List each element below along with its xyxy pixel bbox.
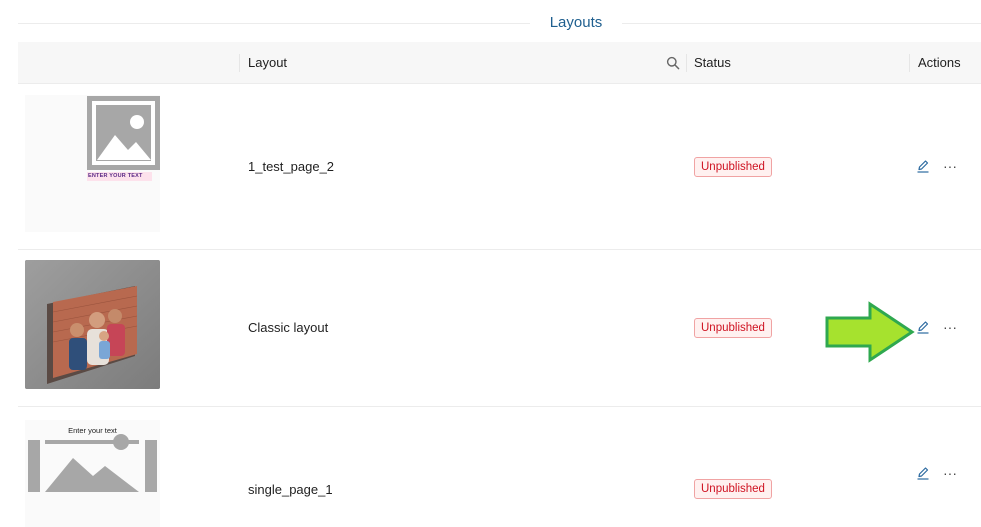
family-canvas-photo — [25, 260, 160, 389]
status-badge: Unpublished — [694, 318, 772, 338]
green-arrow-callout-icon — [825, 301, 915, 363]
ellipsis-icon[interactable]: ··· — [942, 159, 958, 176]
table-row: Enter your text single_page_1 Unpublishe… — [18, 407, 981, 527]
image-placeholder-banner — [28, 434, 157, 492]
header-divider-left — [18, 23, 530, 24]
layout-name: Classic layout — [248, 320, 329, 335]
column-header-layout[interactable]: Layout — [248, 42, 287, 84]
table-header: Layout Status Actions — [18, 42, 981, 84]
table-row: ENTER YOUR TEXT 1_test_page_2 Unpublishe… — [18, 84, 981, 250]
column-separator — [239, 54, 240, 72]
search-icon[interactable] — [666, 56, 680, 70]
ellipsis-icon[interactable]: ··· — [942, 466, 958, 483]
thumbnail-caption: Enter your text — [68, 426, 117, 435]
image-placeholder-icon — [87, 96, 160, 181]
pencil-icon[interactable] — [916, 159, 930, 173]
ellipsis-icon[interactable]: ··· — [942, 320, 958, 337]
layout-thumbnail[interactable] — [25, 260, 160, 389]
column-separator — [686, 54, 687, 72]
column-header-status[interactable]: Status — [694, 42, 731, 84]
section-title: Layouts — [549, 14, 603, 31]
layout-thumbnail[interactable]: ENTER YOUR TEXT — [25, 95, 160, 232]
header-divider-right — [622, 23, 981, 24]
section-header: Layouts — [0, 0, 981, 46]
pencil-icon[interactable] — [916, 466, 930, 480]
column-header-actions: Actions — [918, 55, 961, 70]
layout-name: single_page_1 — [248, 482, 333, 497]
layout-thumbnail[interactable]: Enter your text — [25, 420, 160, 527]
column-separator — [909, 54, 910, 72]
status-badge: Unpublished — [694, 157, 772, 177]
pencil-icon[interactable] — [916, 320, 930, 334]
status-badge: Unpublished — [694, 479, 772, 499]
layout-name: 1_test_page_2 — [248, 159, 335, 174]
thumbnail-caption: ENTER YOUR TEXT — [88, 173, 143, 179]
